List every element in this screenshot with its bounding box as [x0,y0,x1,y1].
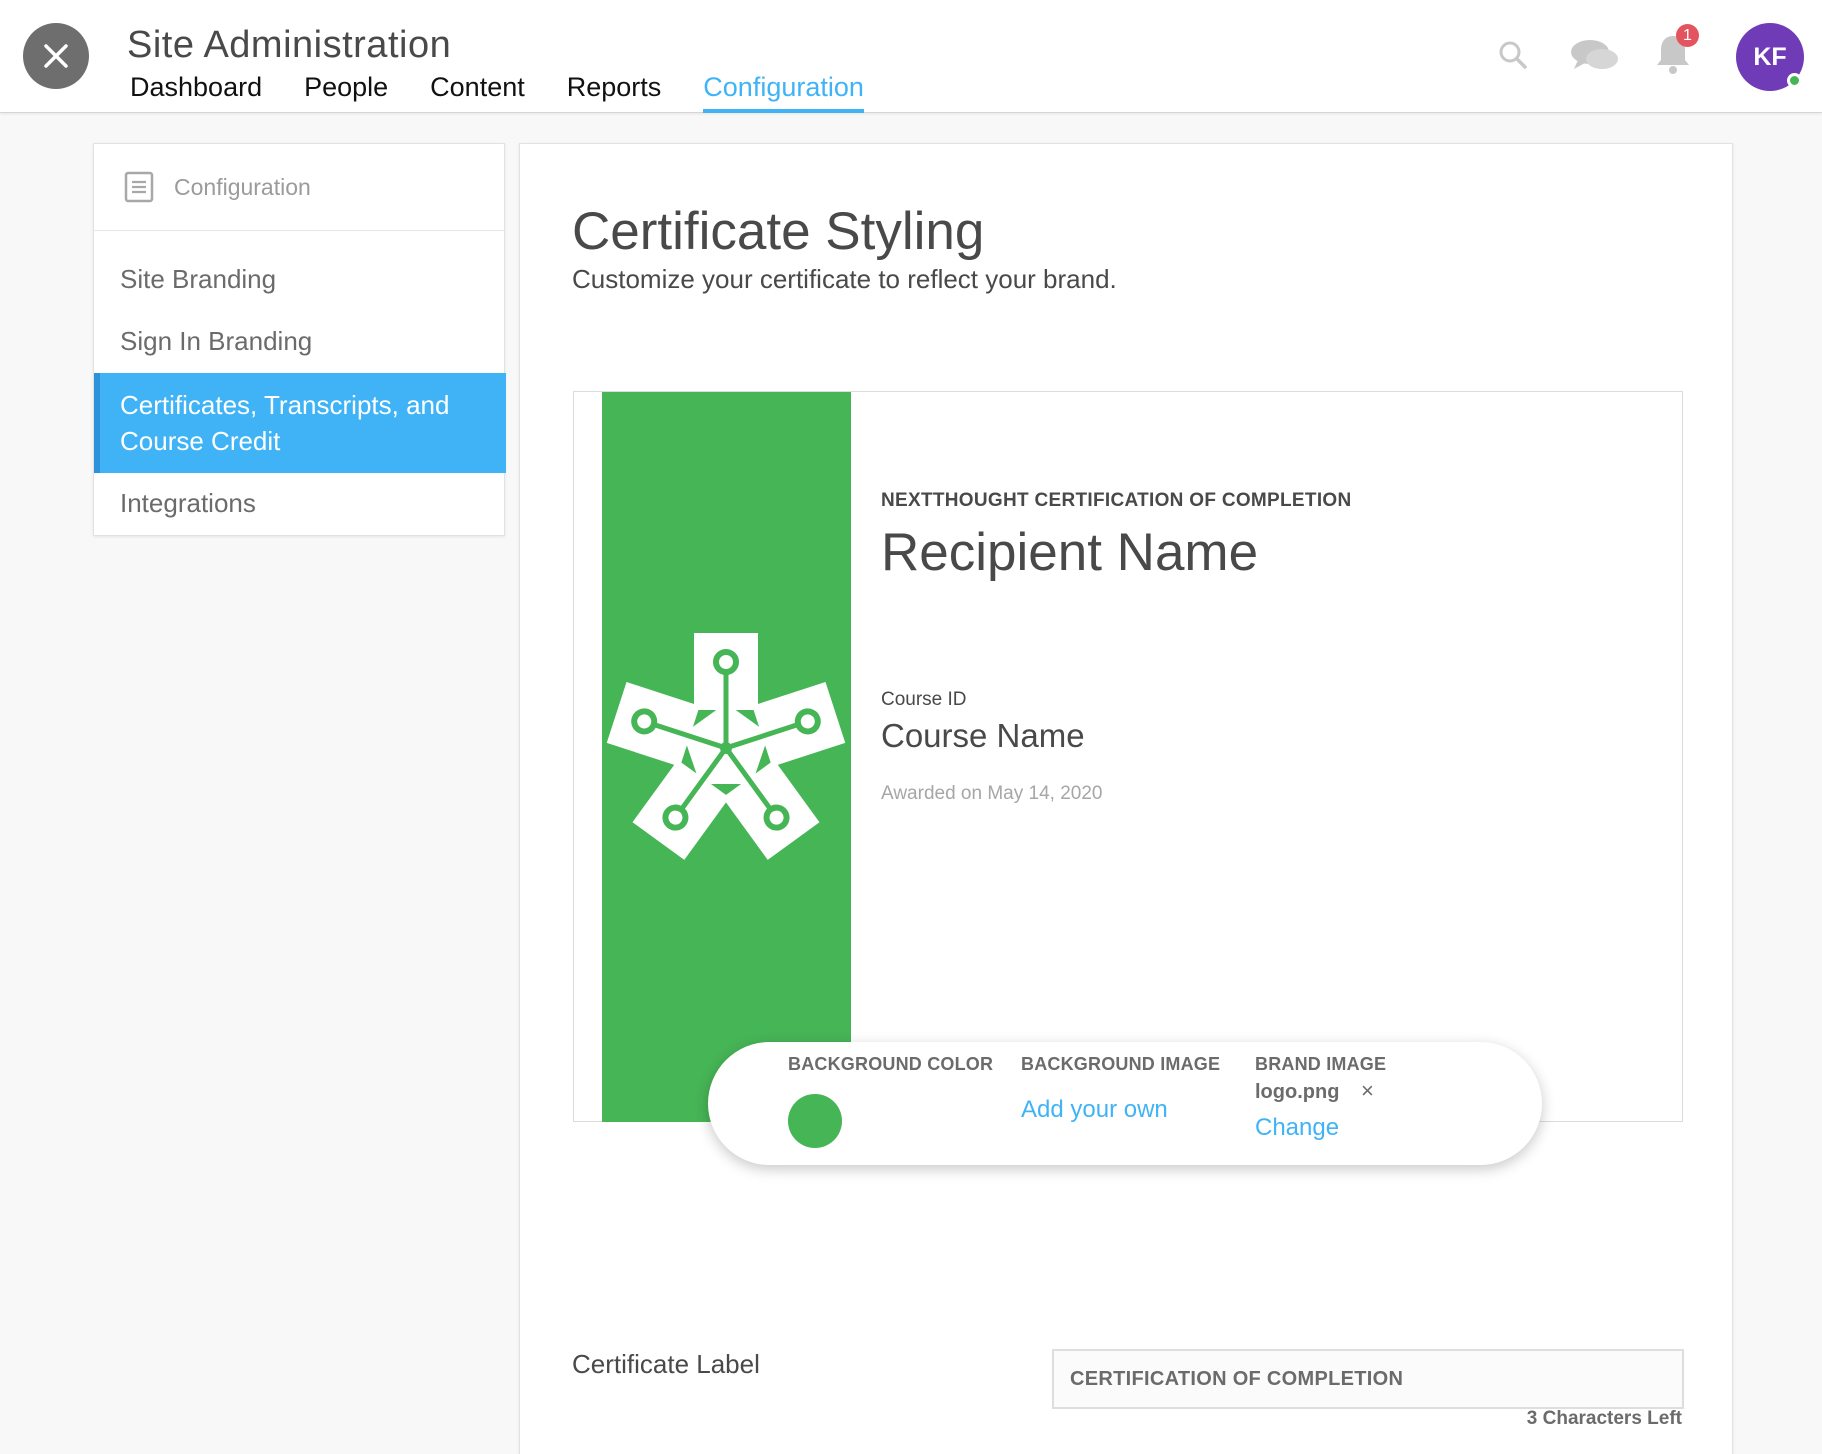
tab-content[interactable]: Content [430,72,525,113]
certificate-recipient: Recipient Name [881,523,1259,582]
certificate-course-name: Course Name [881,717,1085,754]
tab-dashboard[interactable]: Dashboard [130,72,262,113]
certificate-label-input[interactable] [1052,1349,1684,1409]
background-image-label: BACKGROUND IMAGE [1021,1054,1221,1074]
top-header: Site Administration Dashboard People Con… [0,0,1822,113]
chat-icon[interactable] [1570,38,1620,74]
characters-left-counter: 3 Characters Left [1526,1408,1682,1429]
page-title: Certificate Styling [572,202,985,261]
site-title: Site Administration [127,24,452,66]
tab-reports[interactable]: Reports [567,72,662,113]
tab-people[interactable]: People [304,72,388,113]
background-color-label: BACKGROUND COLOR [788,1054,994,1074]
config-sidebar: Configuration Site Branding Sign In Bran… [93,143,506,536]
main-tabs: Dashboard People Content Reports Configu… [130,72,906,113]
certificate-preview: NEXTTHOUGHT CERTIFICATION OF COMPLETION … [573,391,1683,1122]
change-brand-image-link[interactable]: Change [1255,1114,1339,1142]
certificate-course-id: Course ID [881,689,967,710]
notification-badge: 1 [1676,24,1699,47]
remove-brand-image-icon[interactable]: × [1361,1078,1374,1104]
page-subtitle: Customize your certificate to reflect yo… [572,264,1117,294]
styling-controls: BACKGROUND COLOR BACKGROUND IMAGE Add yo… [708,1042,1542,1165]
add-background-image-link[interactable]: Add your own [1021,1096,1168,1124]
online-status-indicator [1787,73,1802,88]
sidebar-header: Configuration [94,144,504,231]
tab-configuration[interactable]: Configuration [703,72,864,113]
close-button[interactable] [23,23,89,89]
sidebar-list: Site Branding Sign In Branding Certifica… [94,231,506,535]
background-color-swatch[interactable] [788,1094,842,1148]
sidebar-heading: Configuration [174,173,311,200]
brand-image-label: BRAND IMAGE [1255,1054,1387,1074]
close-icon [44,44,68,68]
certificate-label-title: Certificate Label [572,1349,760,1379]
document-icon [124,171,154,203]
certificate-preheader: NEXTTHOUGHT CERTIFICATION OF COMPLETION [881,490,1352,511]
sidebar-item-sign-in-branding[interactable]: Sign In Branding [94,311,504,373]
sidebar-item-integrations[interactable]: Integrations [94,473,504,535]
brand-logo-icon [606,633,846,860]
main-panel: Certificate Styling Customize your certi… [519,143,1733,1454]
sidebar-item-site-branding[interactable]: Site Branding [94,249,504,311]
search-icon[interactable] [1498,40,1528,70]
sidebar-item-certificates[interactable]: Certificates, Transcripts, and Course Cr… [94,373,506,473]
certificate-awarded-date: Awarded on May 14, 2020 [881,783,1103,804]
brand-image-filename: logo.png [1255,1081,1340,1103]
